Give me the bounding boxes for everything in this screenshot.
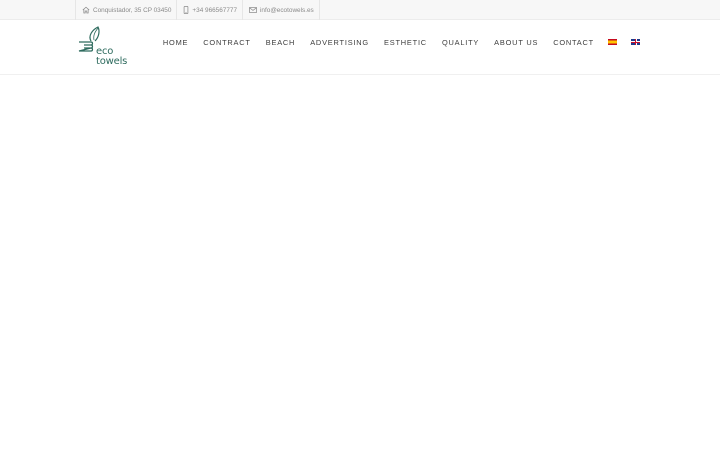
- english-flag-icon[interactable]: [631, 39, 640, 45]
- spanish-flag-icon[interactable]: [608, 39, 617, 45]
- main-nav: HOME CONTRACT BEACH ADVERTISING ESTHETIC…: [148, 20, 640, 64]
- nav-item-esthetic[interactable]: ESTHETIC: [384, 38, 427, 47]
- nav-item-about-us[interactable]: ABOUT US: [494, 38, 538, 47]
- flag-cross-vertical: [635, 39, 636, 45]
- contact-info-group: Conquistador, 35 CP 03450 +34 966567777 …: [75, 0, 320, 20]
- nav-item-home[interactable]: HOME: [163, 38, 188, 47]
- address-item: Conquistador, 35 CP 03450: [76, 0, 178, 20]
- email-text: info@ecotowels.es: [260, 6, 314, 14]
- site-header: eco towels HOME CONTRACT BEACH ADVERTISI…: [0, 20, 720, 75]
- logo-wordmark: eco towels: [96, 47, 127, 66]
- logo-line-towels: towels: [96, 55, 128, 67]
- top-info-bar: Conquistador, 35 CP 03450 +34 966567777 …: [0, 0, 720, 20]
- nav-item-advertising[interactable]: ADVERTISING: [310, 38, 369, 47]
- ecotowels-logo[interactable]: eco towels: [78, 26, 134, 74]
- phone-item[interactable]: +34 966567777: [177, 0, 244, 20]
- nav-item-quality[interactable]: QUALITY: [442, 38, 479, 47]
- nav-item-beach[interactable]: BEACH: [266, 38, 295, 47]
- home-icon: [82, 6, 90, 14]
- phone-text: +34 966567777: [192, 6, 238, 14]
- main-content-area: [0, 75, 720, 450]
- address-text: Conquistador, 35 CP 03450: [93, 6, 172, 14]
- nav-item-contract[interactable]: CONTRACT: [203, 38, 250, 47]
- nav-item-contact[interactable]: CONTACT: [553, 38, 594, 47]
- mobile-phone-icon: [184, 6, 189, 14]
- envelope-icon: [249, 7, 257, 13]
- email-item[interactable]: info@ecotowels.es: [243, 0, 320, 20]
